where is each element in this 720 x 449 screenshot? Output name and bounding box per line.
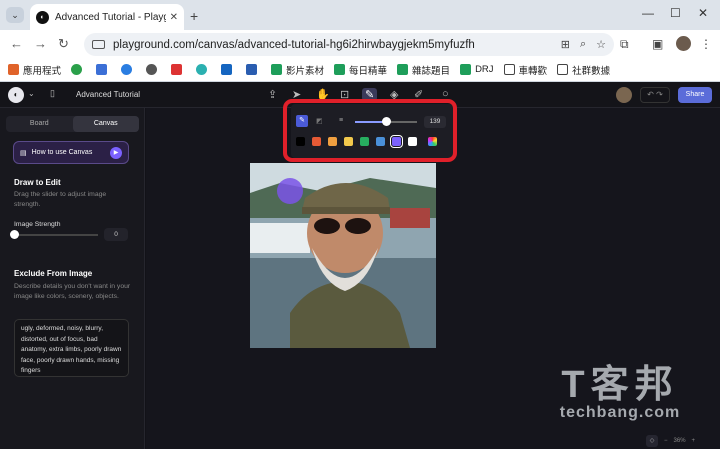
project-title[interactable]: Advanced Tutorial	[76, 90, 140, 99]
extensions-icon[interactable]: ⧉	[620, 37, 629, 52]
site-info-icon[interactable]	[92, 40, 105, 49]
bookmark-daily[interactable]: 每日精華	[334, 63, 387, 77]
playground-favicon-icon: ◐	[36, 10, 49, 24]
bookmark-icon	[196, 64, 208, 75]
bookmark-apps[interactable]: 應用程式	[8, 63, 61, 77]
bookmark-icon	[146, 64, 158, 75]
maximize-button[interactable]: ☐	[670, 6, 681, 20]
logo-menu-chevron-icon[interactable]: ⌄	[28, 89, 35, 98]
zoom-out-icon[interactable]: −	[664, 438, 668, 444]
tab-strip: ⌄ ◐ Advanced Tutorial - Playgrour ✕ + — …	[0, 0, 720, 30]
bookmark-video[interactable]: 影片素材	[271, 63, 324, 77]
bookmark-star-icon[interactable]: ☆	[596, 38, 606, 51]
browser-tab[interactable]: ◐ Advanced Tutorial - Playgrour ✕	[30, 4, 184, 30]
bookmark-3[interactable]	[121, 64, 136, 75]
reload-icon[interactable]: ↻	[58, 36, 69, 52]
close-window-button[interactable]: ✕	[698, 6, 708, 20]
image-strength-slider[interactable]	[10, 230, 98, 239]
highlight-box	[283, 99, 457, 162]
bookmark-2[interactable]	[96, 64, 111, 75]
tab-list-button[interactable]: ⌄	[6, 7, 24, 23]
address-bar[interactable]: playground.com/canvas/advanced-tutorial-…	[84, 33, 614, 56]
bookmark-4[interactable]	[146, 64, 161, 75]
profile-avatar[interactable]	[676, 36, 691, 51]
browser-chrome: ⌄ ◐ Advanced Tutorial - Playgrour ✕ + — …	[0, 0, 720, 82]
techbang-watermark: T客邦 techbang.com	[540, 366, 700, 422]
tab-title: Advanced Tutorial - Playgrour	[55, 11, 166, 23]
new-tab-button[interactable]: +	[190, 8, 198, 24]
fit-view-icon[interactable]: ◇	[646, 435, 658, 447]
bookmark-icon	[171, 64, 183, 75]
how-to-label: How to use Canvas	[31, 149, 93, 156]
browser-toolbar: ← → ↻ playground.com/canvas/advanced-tut…	[0, 30, 720, 58]
bookmark-drj[interactable]: DRJ	[460, 64, 494, 75]
book-icon: ▤	[20, 149, 27, 157]
back-icon[interactable]: ←	[10, 36, 23, 51]
user-avatar[interactable]	[616, 87, 632, 103]
drawn-purple-stroke	[277, 178, 303, 204]
left-panel: Board Canvas ▤ How to use Canvas ▶ Draw …	[0, 108, 145, 449]
close-tab-icon[interactable]: ✕	[170, 12, 178, 23]
zoom-level[interactable]: 36%	[674, 438, 686, 444]
sheets-icon	[460, 64, 472, 75]
watermark-logo: T客邦	[561, 364, 679, 406]
bookmarks-bar: 應用程式 影片素材 每日精華 雜誌題目 DRJ 車轉歡 社群數據	[0, 58, 720, 82]
minimize-button[interactable]: —	[642, 6, 654, 20]
watermark-url: techbang.com	[559, 404, 681, 421]
draw-heading: Draw to Edit	[14, 178, 61, 187]
zoom-in-icon[interactable]: +	[692, 438, 696, 444]
bookmark-5[interactable]	[171, 64, 186, 75]
tab-board[interactable]: Board	[6, 116, 73, 132]
slider-knob[interactable]	[10, 230, 19, 239]
zoom-icon[interactable]: ⌕	[580, 38, 586, 51]
upload-icon[interactable]: ⇪	[268, 88, 277, 101]
bookmark-6[interactable]	[196, 64, 211, 75]
bookmark-folder-cars[interactable]: 車轉歡	[503, 63, 547, 77]
sheets-icon	[334, 64, 346, 75]
playground-logo[interactable]: ◐	[8, 87, 24, 103]
exclude-heading: Exclude From Image	[14, 269, 93, 278]
bookmark-icon	[271, 64, 283, 75]
bookmark-icon	[221, 64, 233, 75]
bookmark-icon	[246, 64, 258, 75]
bookmark-7[interactable]	[221, 64, 236, 75]
apps-grid-icon	[8, 64, 19, 75]
play-icon: ▶	[110, 146, 122, 159]
tab-canvas[interactable]: Canvas	[72, 116, 139, 132]
sidebar-icon[interactable]: ▣	[652, 37, 663, 51]
share-button[interactable]: Share	[678, 87, 712, 103]
sidebar-toggle-icon[interactable]: ▯	[50, 88, 55, 99]
folder-icon	[557, 64, 569, 75]
how-to-button[interactable]: ▤ How to use Canvas ▶	[13, 141, 129, 164]
draw-description: Drag the slider to adjust image strength…	[14, 191, 107, 208]
url-text: playground.com/canvas/advanced-tutorial-…	[113, 38, 475, 51]
bookmark-1[interactable]	[71, 64, 86, 75]
folder-icon	[503, 64, 515, 75]
strength-value[interactable]: 0	[104, 228, 128, 241]
bookmark-icon	[96, 64, 108, 75]
exclude-description: Describe details you don't want in your …	[14, 283, 131, 300]
bookmark-icon	[121, 64, 133, 75]
bookmark-icon	[71, 64, 83, 75]
bookmark-folder-social[interactable]: 社群數據	[557, 63, 610, 77]
zoom-controls: ◇ − 36% +	[646, 435, 714, 447]
bookmark-magazine[interactable]: 雜誌題目	[397, 63, 450, 77]
bookmark-8[interactable]	[246, 64, 261, 75]
menu-icon[interactable]: ⋮	[700, 37, 712, 51]
translate-icon[interactable]: ⊞	[561, 38, 570, 51]
sheets-icon	[397, 64, 409, 75]
forward-icon[interactable]: →	[34, 36, 47, 51]
undo-redo-buttons[interactable]: ↶ ↷	[640, 87, 670, 103]
negative-prompt-input[interactable]: ugly, deformed, noisy, blurry, distorted…	[14, 319, 129, 377]
view-toggle: Board Canvas	[6, 116, 139, 132]
